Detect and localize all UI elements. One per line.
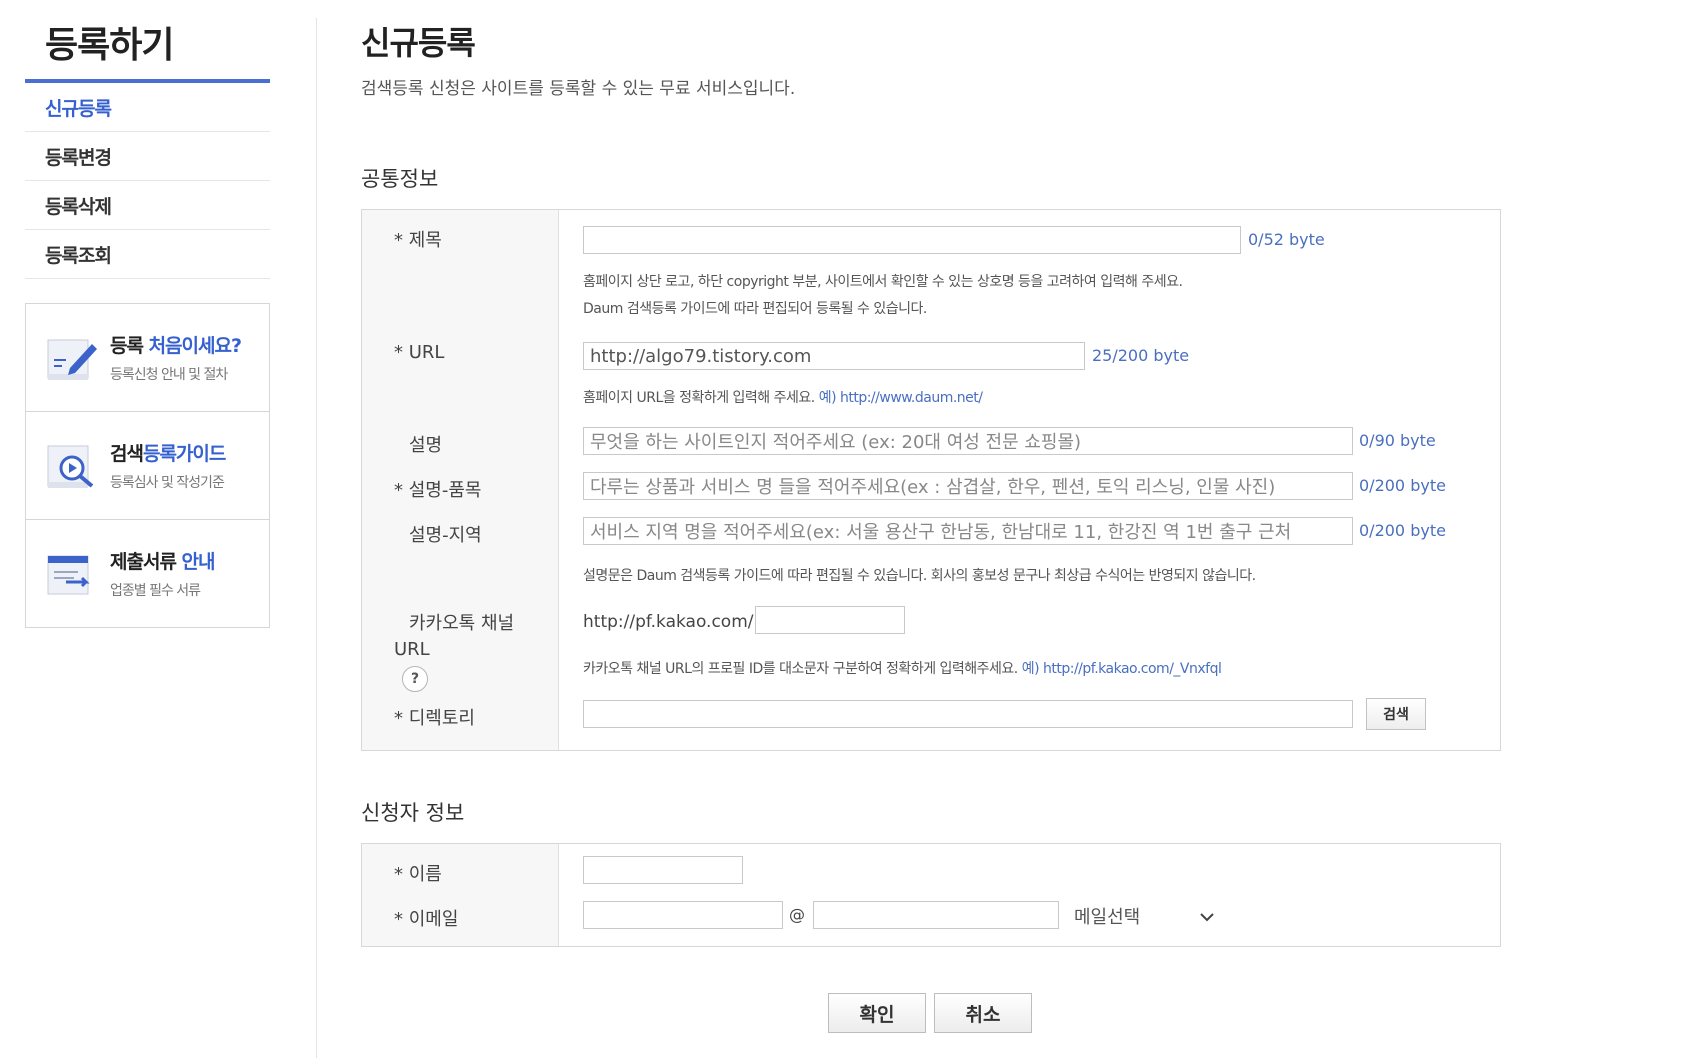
page-title: 신규등록 bbox=[361, 24, 476, 62]
common-info-form: * 제목 0/52 byte 홈페이지 상단 로고, 하단 copyright … bbox=[361, 209, 1501, 751]
sidebar: 등록하기 신규등록 등록변경 등록삭제 등록조회 등록 처음이세요? 등록신청 … bbox=[25, 0, 270, 628]
sidebar-item-lookup[interactable]: 등록조회 bbox=[25, 230, 270, 279]
email-id-input[interactable] bbox=[583, 901, 783, 929]
desc-byte-count: 0/90 byte bbox=[1359, 431, 1436, 450]
kakao-label-line2: URL bbox=[394, 639, 430, 660]
sidebar-title: 등록하기 bbox=[45, 25, 174, 66]
name-input[interactable] bbox=[583, 856, 743, 884]
banner-first-time-sub: 등록신청 안내 및 절차 bbox=[110, 367, 228, 383]
title-byte-count: 0/52 byte bbox=[1248, 230, 1325, 249]
magnifier-icon bbox=[47, 445, 94, 488]
kakao-hint: 카카오톡 채널 URL의 프로필 ID를 대소문자 구분하여 정확하게 입력해주… bbox=[583, 658, 1222, 678]
kakao-hint-text: 카카오톡 채널 URL의 프로필 ID를 대소문자 구분하여 정확하게 입력해주… bbox=[583, 661, 1022, 677]
banner-search-guide-title: 검색등록가이드 bbox=[110, 439, 226, 466]
url-input[interactable]: http://algo79.tistory.com bbox=[583, 342, 1085, 370]
item-input[interactable]: 다루는 상품과 서비스 명 들을 적어주세요(ex : 삼겹살, 한우, 펜션,… bbox=[583, 472, 1353, 500]
banner-search-guide[interactable]: 검색등록가이드 등록심사 및 작성기준 bbox=[26, 412, 269, 520]
label-column bbox=[362, 844, 559, 946]
title-hint-1: 홈페이지 상단 로고, 하단 copyright 부분, 사이트에서 확인할 수… bbox=[583, 274, 1183, 290]
url-hint: 홈페이지 URL을 정확하게 입력해 주세요. 예) http://www.da… bbox=[583, 387, 983, 407]
banner-first-time[interactable]: 등록 처음이세요? 등록신청 안내 및 절차 bbox=[26, 304, 269, 412]
region-byte-count: 0/200 byte bbox=[1359, 521, 1446, 540]
name-label: * 이름 bbox=[394, 864, 442, 885]
divider bbox=[316, 18, 317, 1058]
kakao-hint-example: 예) http://pf.kakao.com/_Vnxfql bbox=[1021, 661, 1222, 677]
kakao-channel-input[interactable] bbox=[755, 606, 905, 634]
banner-title-highlight: 등록가이드 bbox=[142, 443, 226, 465]
desc-hint: 설명문은 Daum 검색등록 가이드에 따라 편집될 수 있습니다. 회사의 홍… bbox=[583, 568, 1256, 584]
email-domain-input[interactable] bbox=[813, 901, 1059, 929]
cancel-button[interactable]: 취소 bbox=[934, 993, 1032, 1033]
applicant-info-form: * 이름 * 이메일 @ 메일선택 bbox=[361, 843, 1501, 947]
help-icon[interactable]: ? bbox=[402, 666, 428, 692]
main-content: 신규등록 검색등록 신청은 사이트를 등록할 수 있는 무료 서비스입니다. 공… bbox=[361, 0, 1501, 1047]
email-select-label: 메일선택 bbox=[1074, 907, 1141, 928]
banner-title-part: 등록 bbox=[110, 335, 149, 357]
sidebar-menu: 신규등록 등록변경 등록삭제 등록조회 bbox=[25, 83, 270, 279]
directory-label: * 디렉토리 bbox=[394, 708, 475, 729]
title-label: * 제목 bbox=[394, 230, 442, 251]
url-hint-text: 홈페이지 URL을 정확하게 입력해 주세요. bbox=[583, 390, 819, 406]
email-domain-select[interactable]: 메일선택 bbox=[1074, 902, 1214, 930]
directory-input[interactable] bbox=[583, 700, 1353, 728]
banner-documents-sub: 업종별 필수 서류 bbox=[110, 583, 201, 599]
region-input[interactable]: 서비스 지역 명을 적어주세요(ex: 서울 용산구 한남동, 한남대로 11,… bbox=[583, 517, 1353, 545]
banner-first-time-title: 등록 처음이세요? bbox=[110, 331, 242, 358]
banner-title-highlight: 처음이세요? bbox=[148, 335, 242, 357]
section-title-common: 공통정보 bbox=[361, 167, 439, 191]
sidebar-item-delete[interactable]: 등록삭제 bbox=[25, 181, 270, 230]
title-input[interactable] bbox=[583, 226, 1241, 254]
page-description: 검색등록 신청은 사이트를 등록할 수 있는 무료 서비스입니다. bbox=[361, 79, 796, 99]
kakao-url-prefix: http://pf.kakao.com/ bbox=[583, 612, 754, 632]
url-label: * URL bbox=[394, 342, 445, 363]
form-actions: 확인 취소 bbox=[361, 947, 1501, 1047]
banner-documents[interactable]: 제출서류 안내 업종별 필수 서류 bbox=[26, 520, 269, 627]
pencil-icon bbox=[47, 339, 97, 380]
banner-documents-title: 제출서류 안내 bbox=[110, 547, 216, 574]
email-at-sign: @ bbox=[789, 905, 805, 924]
banner-title-highlight: 안내 bbox=[181, 551, 216, 573]
banner-documents-text: 제출서류 안내 업종별 필수 서류 bbox=[110, 547, 216, 600]
chevron-down-icon bbox=[1200, 913, 1214, 922]
banner-title-part: 검색 bbox=[110, 443, 144, 465]
banner-title-part: 제출서류 bbox=[110, 551, 182, 573]
url-hint-example: 예) http://www.daum.net/ bbox=[818, 390, 983, 406]
directory-search-button[interactable]: 검색 bbox=[1366, 698, 1426, 730]
kakao-label-line1: 카카오톡 채널 bbox=[409, 613, 515, 634]
region-label: 설명-지역 bbox=[409, 525, 482, 546]
desc-label: 설명 bbox=[409, 435, 443, 456]
email-label: * 이메일 bbox=[394, 909, 459, 930]
item-label: * 설명-품목 bbox=[394, 480, 482, 501]
banner-search-guide-text: 검색등록가이드 등록심사 및 작성기준 bbox=[110, 439, 226, 492]
confirm-button[interactable]: 확인 bbox=[828, 993, 926, 1033]
desc-input[interactable]: 무엇을 하는 사이트인지 적어주세요 (ex: 20대 여성 전문 쇼핑몰) bbox=[583, 427, 1353, 455]
sidebar-item-new[interactable]: 신규등록 bbox=[25, 83, 270, 132]
sidebar-item-change[interactable]: 등록변경 bbox=[25, 132, 270, 181]
item-byte-count: 0/200 byte bbox=[1359, 476, 1446, 495]
url-byte-count: 25/200 byte bbox=[1092, 346, 1190, 365]
section-title-applicant: 신청자 정보 bbox=[361, 801, 465, 825]
banner-search-guide-sub: 등록심사 및 작성기준 bbox=[110, 475, 225, 491]
document-icon bbox=[47, 555, 90, 594]
title-hint-2: Daum 검색등록 가이드에 따라 편집되어 등록될 수 있습니다. bbox=[583, 301, 927, 317]
banner-first-time-text: 등록 처음이세요? 등록신청 안내 및 절차 bbox=[110, 331, 242, 384]
sidebar-banners: 등록 처음이세요? 등록신청 안내 및 절차 검색등록가이드 등록심사 및 작성… bbox=[25, 303, 270, 628]
